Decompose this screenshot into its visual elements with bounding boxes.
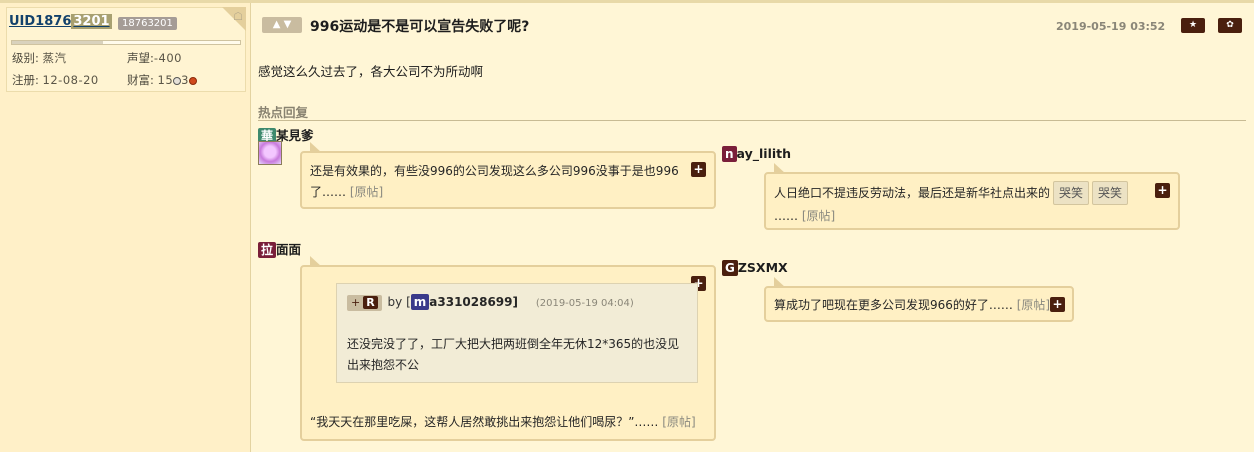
level-label: 级别: xyxy=(12,51,39,65)
reply-4-text: 算成功了吧现在更多公司发现966的好了…… xyxy=(774,298,1013,312)
page: ☖ UID1876 3201 18763201 级别: 蒸汽 声望:-400 注册… xyxy=(0,0,1254,452)
rep-stat: 声望:-400 xyxy=(127,50,182,66)
reply-3-author: 拉面面 xyxy=(258,239,301,258)
quote-user[interactable]: a331028699] xyxy=(429,295,518,309)
reply-2-plus-button[interactable]: + xyxy=(1155,183,1170,198)
uid-badge: 18763201 xyxy=(118,17,177,30)
reply-2-emoticon-1: 哭笑 xyxy=(1053,181,1090,205)
wealth-a: 15 xyxy=(157,73,174,87)
reply-2-orig-link[interactable]: [原帖] xyxy=(802,209,835,223)
reply-2-tag: n xyxy=(722,146,737,162)
reply-4-tag: G xyxy=(722,260,738,276)
quote-text: 还没完没了了，工厂大把大把两班倒全年无休12*365的也没见出来抱怨不公 xyxy=(347,337,680,372)
vote-buttons[interactable]: ▲ ▼ xyxy=(262,17,302,33)
user-uid-link[interactable]: UID1876 3201 xyxy=(9,14,112,29)
reply-4-author: G ZSXMX xyxy=(722,260,788,276)
reg-stat: 注册: 12-08-20 xyxy=(12,72,99,88)
rep-label: 声望: xyxy=(127,51,154,65)
thumbs-down-icon[interactable]: ▼ xyxy=(284,19,292,30)
experience-bar xyxy=(11,40,241,45)
reply-3-bubble: + + R by [m a331028699] (2019-05-19 04:04)… xyxy=(300,256,716,441)
favorite-star-icon[interactable]: ★ xyxy=(1181,18,1205,33)
reply-1-orig-link[interactable]: [原帖] xyxy=(350,185,383,199)
post-main: ▲ ▼ 996运动是不是可以宣告失败了呢? 2019-05-19 03:52 ★… xyxy=(252,3,1254,452)
reply-1-body: 还是有效果的，有些没996的公司发现这么多公司996没事于是也996了…… [原… xyxy=(310,161,690,203)
reply-3-body: “我天天在那里吃屎，这帮人居然敢挑出来抱怨让他们喝尿？”…… [原帖] xyxy=(310,413,696,430)
silver-coin-icon xyxy=(173,77,182,85)
experience-bar-fill xyxy=(12,41,104,44)
thumbs-up-icon[interactable]: ▲ xyxy=(273,19,281,30)
reply-3-quote: + R by [m a331028699] (2019-05-19 04:04) 还… xyxy=(336,283,698,383)
quote-header: + R by [m a331028699] (2019-05-19 04:04) xyxy=(347,294,634,311)
reply-2-emoticon-2: 哭笑 xyxy=(1092,181,1129,205)
quote-user-tag: m xyxy=(410,294,430,310)
reply-1-bubble: 还是有效果的，有些没996的公司发现这么多公司996没事于是也996了…… [原… xyxy=(300,142,716,209)
reply-4-orig-link[interactable]: [原帖] xyxy=(1017,298,1050,312)
reply-3-tag: 拉 xyxy=(258,242,277,258)
reg-value: 12-08-20 xyxy=(42,73,99,87)
uid-prefix: UID1876 xyxy=(9,14,72,29)
user-panel: ☖ UID1876 3201 18763201 级别: 蒸汽 声望:-400 注册… xyxy=(0,3,251,452)
reply-3-name[interactable]: 面面 xyxy=(276,242,301,257)
hot-replies-divider xyxy=(258,120,1246,121)
reply-4-name[interactable]: ZSXMX xyxy=(738,260,788,275)
reply-4-bubble: 算成功了吧现在更多公司发现966的好了…… [原帖] + xyxy=(764,277,1074,322)
reply-4-plus-button[interactable]: + xyxy=(1050,297,1065,312)
reply-4-body: 算成功了吧现在更多公司发现966的好了…… [原帖] xyxy=(774,296,1050,313)
reply-2-bubble: 人日绝口不提违反劳动法，最后还是新华社点出来的 哭笑 哭笑…… [原帖] + xyxy=(764,163,1180,230)
quote-r-letter: R xyxy=(363,296,378,309)
user-card: ☖ UID1876 3201 18763201 级别: 蒸汽 声望:-400 注册… xyxy=(6,7,246,92)
quote-time: (2019-05-19 04:04) xyxy=(535,298,634,309)
hot-replies-label: 热点回复 xyxy=(258,105,309,120)
quote-by: by [ xyxy=(387,295,411,309)
reply-2-name[interactable]: ay_lilith xyxy=(737,146,791,161)
reply-2-text: 人日绝口不提违反劳动法，最后还是新华社点出来的 xyxy=(774,186,1051,200)
reg-label: 注册: xyxy=(12,73,39,87)
copper-coin-icon xyxy=(189,77,197,85)
rep-value: -400 xyxy=(153,51,182,65)
reply-1-plus-button[interactable]: + xyxy=(691,162,706,177)
reply-3-orig-link[interactable]: [原帖] xyxy=(662,415,695,429)
post-time: 2019-05-19 03:52 xyxy=(1056,20,1166,33)
wealth-stat: 财富: 15 3 xyxy=(127,72,197,88)
reply-2-tail: …… xyxy=(774,209,798,223)
android-icon: ☖ xyxy=(233,10,243,23)
reply-2-body: 人日绝口不提违反劳动法，最后还是新华社点出来的 哭笑 哭笑…… [原帖] xyxy=(774,181,1154,227)
reply-1-avatar[interactable] xyxy=(258,141,282,165)
post-title: 996运动是不是可以宣告失败了呢? xyxy=(310,19,530,35)
uid-highlight: 3201 xyxy=(71,14,112,29)
reply-2-author: n ay_lilith xyxy=(722,146,791,162)
post-content: 感觉这么久过去了，各大公司不为所动啊 xyxy=(258,64,484,79)
settings-gear-icon[interactable]: ✿ xyxy=(1218,18,1242,33)
wealth-b: 3 xyxy=(181,73,189,87)
level-value: 蒸汽 xyxy=(42,51,67,65)
wealth-label: 财富: xyxy=(127,73,154,87)
quote-plus: + xyxy=(351,296,361,309)
quote-reply-tag[interactable]: + R xyxy=(347,295,382,311)
reply-3-text: “我天天在那里吃屎，这帮人居然敢挑出来抱怨让他们喝尿？”…… xyxy=(310,415,659,429)
level-stat: 级别: 蒸汽 xyxy=(12,50,67,66)
